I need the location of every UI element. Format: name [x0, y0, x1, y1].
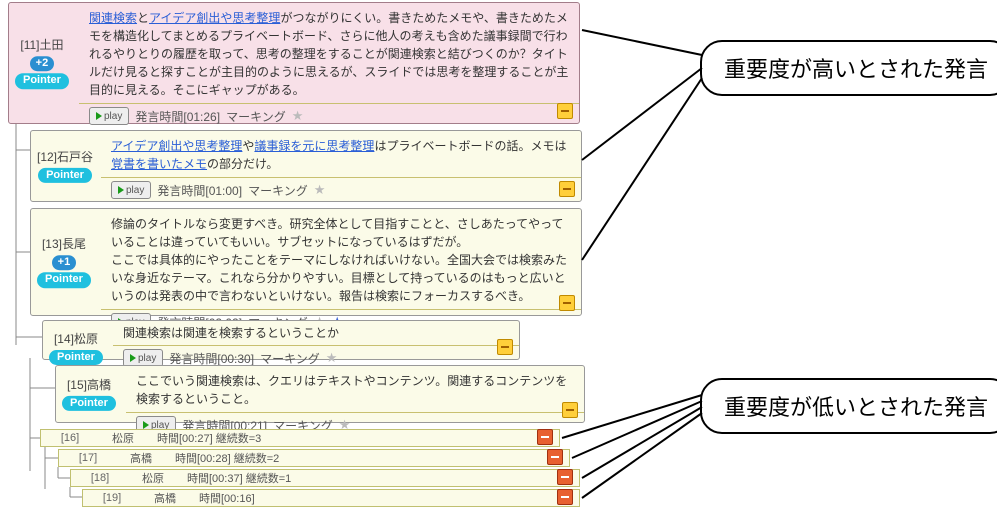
pointer-badge[interactable]: Pointer: [38, 168, 92, 183]
play-icon: [143, 421, 149, 429]
node-speaker: 高橋: [87, 378, 111, 392]
node-header: [14]松原 Pointer: [49, 331, 103, 365]
node-speaker: 高橋: [117, 450, 165, 466]
play-button[interactable]: play: [89, 107, 129, 125]
node-speaker: 松原: [129, 470, 177, 486]
node-body: 関連検索は関連を検索するということか: [113, 321, 519, 346]
node-header: [13]長尾 +1 Pointer: [37, 236, 91, 288]
expand-button[interactable]: [557, 489, 573, 505]
node-time: 発言時間[00:30]: [169, 350, 254, 367]
collapse-button[interactable]: [497, 339, 513, 355]
star-icon[interactable]: ★: [292, 108, 304, 124]
pointer-badge[interactable]: Pointer: [37, 272, 91, 287]
play-icon: [96, 112, 102, 120]
play-icon: [118, 186, 124, 194]
node-meta: play 発言時間[01:26] マーキング ★: [79, 104, 579, 129]
marking-label: マーキング: [248, 182, 308, 199]
annotation-high: 重要度が高いとされた発言: [700, 40, 997, 96]
star-icon[interactable]: ★: [314, 182, 326, 198]
node-index: [12]: [37, 150, 57, 164]
comment-mini-16[interactable]: [16] 松原 時間[00:27] 継続数=3: [40, 429, 560, 447]
node-index: [19]: [83, 492, 141, 504]
marking-label: マーキング: [260, 350, 320, 367]
node-speaker: 松原: [74, 332, 98, 346]
node-index: [14]: [54, 332, 74, 346]
node-time: 発言時間[01:26]: [135, 108, 220, 125]
node-time: 発言時間[01:00]: [157, 182, 242, 199]
node-speaker: 高橋: [141, 490, 189, 506]
node-speaker: 松原: [99, 430, 147, 446]
node-header: [12]石戸谷 Pointer: [37, 149, 93, 183]
collapse-button[interactable]: [559, 295, 575, 311]
node-mini-text: 時間[00:27] 継続数=3: [147, 430, 261, 446]
node-mini-text: 時間[00:37] 継続数=1: [177, 470, 291, 486]
comment-mini-17[interactable]: [17] 高橋 時間[00:28] 継続数=2: [58, 449, 570, 467]
node-body: アイデア創出や思考整理や議事録を元に思考整理はプライベートボードの話。メモは覚書…: [101, 131, 581, 178]
node-mini-text: 時間[00:16]: [189, 490, 255, 506]
node-index: [15]: [67, 378, 87, 392]
collapse-button[interactable]: [559, 181, 575, 197]
pointer-badge[interactable]: Pointer: [49, 350, 103, 365]
collapse-button[interactable]: [562, 402, 578, 418]
node-index: [11]: [20, 38, 39, 52]
play-button[interactable]: play: [111, 181, 151, 199]
comment-node-12[interactable]: [12]石戸谷 Pointer アイデア創出や思考整理や議事録を元に思考整理はプ…: [30, 130, 582, 202]
node-index: [13]: [42, 237, 62, 251]
node-header: [11]土田 +2 Pointer: [15, 37, 69, 89]
pointer-badge[interactable]: Pointer: [62, 396, 116, 411]
node-count-badge: +2: [30, 56, 55, 71]
pointer-badge[interactable]: Pointer: [15, 73, 69, 88]
node-index: [16]: [41, 432, 99, 444]
annotation-low: 重要度が低いとされた発言: [700, 378, 997, 434]
node-speaker: 石戸谷: [57, 150, 93, 164]
comment-node-11[interactable]: [11]土田 +2 Pointer 関連検索とアイデア創出や思考整理がつながりに…: [8, 2, 580, 124]
collapse-button[interactable]: [557, 103, 573, 119]
node-index: [18]: [71, 472, 129, 484]
node-header: [15]高橋 Pointer: [62, 377, 116, 411]
node-body: 関連検索とアイデア創出や思考整理がつながりにくい。書きためたメモや、書きためたメ…: [79, 3, 579, 104]
star-icon[interactable]: ★: [326, 350, 338, 366]
comment-mini-19[interactable]: [19] 高橋 時間[00:16]: [82, 489, 580, 507]
node-count-badge: +1: [52, 255, 77, 270]
comment-node-13[interactable]: [13]長尾 +1 Pointer 修論のタイトルなら変更すべき。研究全体として…: [30, 208, 582, 316]
node-meta: play 発言時間[01:00] マーキング ★: [101, 178, 581, 203]
comment-mini-18[interactable]: [18] 松原 時間[00:37] 継続数=1: [70, 469, 580, 487]
node-index: [17]: [59, 452, 117, 464]
node-body: ここでいう関連検索は、クエリはテキストやコンテンツ。関連するコンテンツを検索する…: [126, 366, 584, 413]
marking-label: マーキング: [226, 108, 286, 125]
comment-node-15[interactable]: [15]高橋 Pointer ここでいう関連検索は、クエリはテキストやコンテンツ…: [55, 365, 585, 423]
node-body: 修論のタイトルなら変更すべき。研究全体として目指すことと、さしあたってやっている…: [101, 209, 581, 310]
comment-node-14[interactable]: [14]松原 Pointer 関連検索は関連を検索するということか play 発…: [42, 320, 520, 360]
node-speaker: 長尾: [62, 237, 86, 251]
play-icon: [130, 354, 136, 362]
expand-button[interactable]: [547, 449, 563, 465]
expand-button[interactable]: [557, 469, 573, 485]
expand-button[interactable]: [537, 429, 553, 445]
node-speaker: 土田: [40, 38, 64, 52]
node-mini-text: 時間[00:28] 継続数=2: [165, 450, 279, 466]
